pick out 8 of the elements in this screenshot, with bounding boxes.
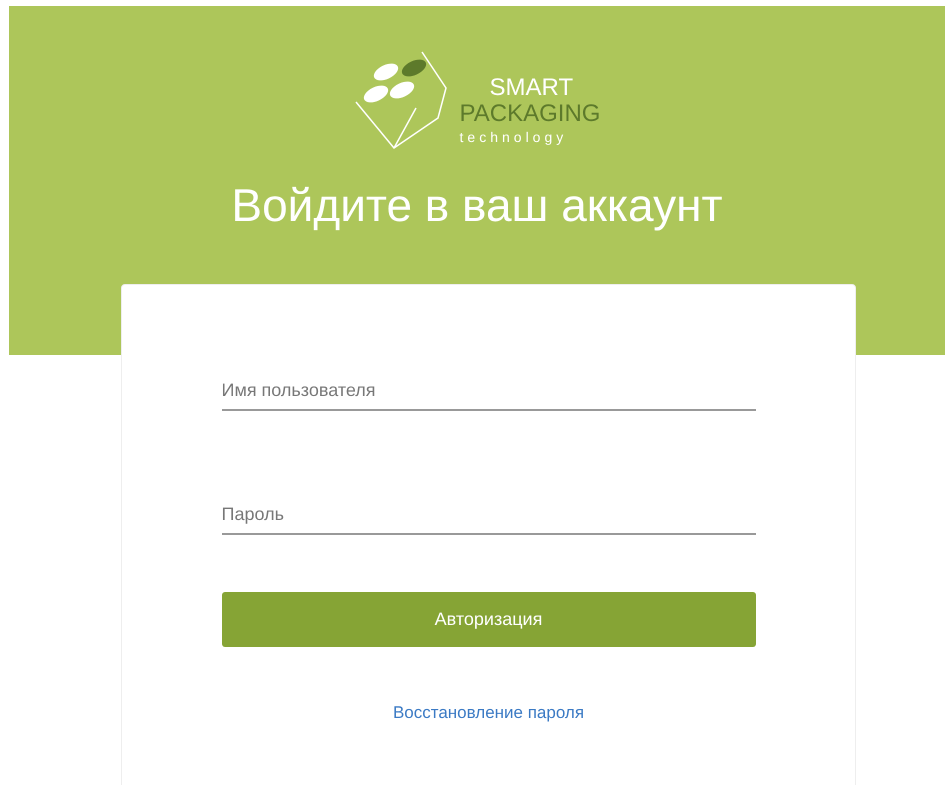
recover-password-link[interactable]: Восстановление пароля [392,700,584,726]
logo-text: technology [460,130,568,144]
logo-text: SMART [490,76,574,100]
page-heading: Войдите в ваш аккаунт [231,182,723,228]
input-field[interactable]: Пароль [222,495,756,535]
logo-text: PACKAGING [460,102,600,126]
input-field[interactable]: Имя пользователя [222,371,756,411]
login-button[interactable]: Авторизация [222,592,756,647]
